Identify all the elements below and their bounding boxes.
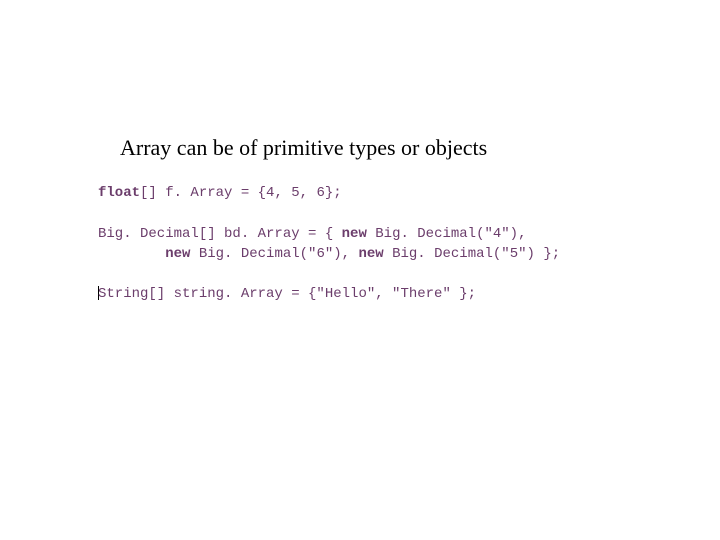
- keyword-new: new: [165, 246, 190, 262]
- keyword-float: float: [98, 185, 140, 201]
- code-line-5: String[] string. Array = {"Hello", "Ther…: [98, 286, 476, 302]
- code-indent: [98, 246, 165, 262]
- code-block: float[] f. Array = {4, 5, 6}; Big. Decim…: [98, 183, 720, 305]
- slide: Array can be of primitive types or objec…: [0, 0, 720, 540]
- code-line-2a: Big. Decimal[] bd. Array = {: [98, 226, 342, 242]
- keyword-new: new: [358, 246, 383, 262]
- code-line-3b: Big. Decimal("5") };: [384, 246, 560, 262]
- slide-title: Array can be of primitive types or objec…: [120, 135, 720, 161]
- keyword-new: new: [342, 226, 367, 242]
- code-line-2b: Big. Decimal("4"),: [367, 226, 527, 242]
- code-line-3a: Big. Decimal("6"),: [190, 246, 358, 262]
- code-line-1: [] f. Array = {4, 5, 6};: [140, 185, 342, 201]
